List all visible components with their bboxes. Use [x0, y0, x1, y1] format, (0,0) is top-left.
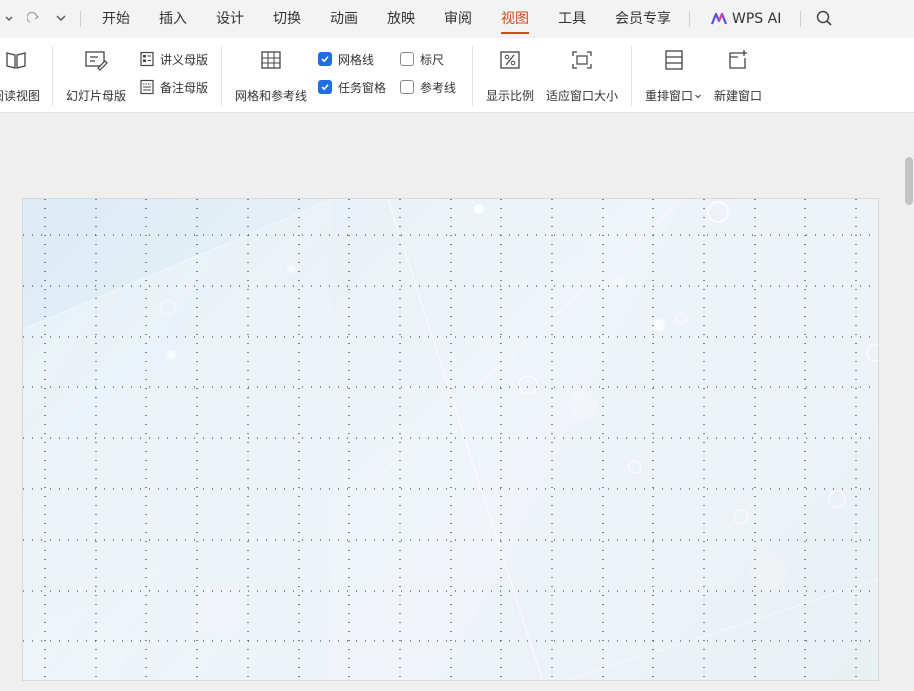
gridlines-checkbox-box[interactable] [318, 52, 332, 66]
group-separator [631, 46, 632, 106]
menu-bar: 开始 插入 设计 切换 动画 放映 审阅 视图 工具 会员专享 WPS AI [0, 0, 914, 38]
tab-view[interactable]: 视图 [501, 0, 529, 38]
customize-quick-access-icon[interactable] [55, 0, 67, 38]
tab-tools[interactable]: 工具 [558, 0, 586, 38]
handout-master-button[interactable]: 讲义母版 [139, 49, 208, 69]
zoom-label: 显示比例 [486, 89, 535, 103]
grid-icon [258, 48, 284, 72]
search-icon[interactable] [816, 0, 834, 38]
chevron-down-icon [695, 94, 701, 98]
wps-ai-button[interactable]: WPS AI [711, 0, 781, 38]
tab-animations[interactable]: 动画 [330, 0, 358, 38]
notes-master-icon [139, 79, 155, 95]
handout-master-icon [139, 51, 155, 67]
book-icon [3, 48, 29, 72]
guides-checkbox[interactable]: 参考线 [400, 77, 456, 97]
zoom-button[interactable]: 显示比例 [486, 48, 534, 104]
gridlines-label: 网格线 [338, 52, 375, 67]
chevron-down-icon[interactable] [4, 0, 14, 38]
menu-separator [689, 11, 690, 27]
tab-member[interactable]: 会员专享 [615, 0, 671, 38]
percent-icon [497, 48, 523, 72]
arrange-windows-button[interactable]: 重排窗口 [645, 48, 702, 104]
arrange-windows-label: 重排窗口 [645, 89, 694, 103]
tab-home[interactable]: 开始 [102, 0, 130, 38]
guides-checkbox-box[interactable] [400, 80, 414, 94]
ruler-checkbox-box[interactable] [400, 52, 414, 66]
grid-and-guides-button[interactable]: 网格和参考线 [235, 48, 307, 104]
scrollbar-thumb[interactable] [905, 157, 913, 205]
guides-label: 参考线 [420, 80, 457, 95]
tab-design[interactable]: 设计 [216, 0, 244, 38]
slide-master-button[interactable]: 幻灯片母版 [66, 48, 126, 104]
tab-slideshow[interactable]: 放映 [387, 0, 415, 38]
ruler-checkbox[interactable]: 标尺 [400, 49, 444, 69]
wps-ai-label: WPS AI [732, 11, 782, 27]
tab-view-label: 视图 [501, 11, 529, 27]
menu-separator [80, 11, 81, 27]
group-separator [221, 46, 222, 106]
new-window-button[interactable]: 新建窗口 [714, 48, 762, 104]
active-tab-indicator [501, 32, 529, 34]
task-pane-checkbox-box[interactable] [318, 80, 332, 94]
task-pane-checkbox[interactable]: 任务窗格 [318, 77, 386, 97]
notes-master-label: 备注母版 [160, 80, 209, 95]
redo-icon[interactable] [26, 0, 41, 38]
slide-master-label: 幻灯片母版 [66, 89, 127, 103]
fit-window-icon [569, 48, 595, 72]
tab-insert[interactable]: 插入 [159, 0, 187, 38]
gridlines-checkbox[interactable]: 网格线 [318, 49, 374, 69]
wps-ai-logo-icon [711, 12, 727, 25]
fit-window-button[interactable]: 适应窗口大小 [546, 48, 618, 104]
slide-master-icon [83, 48, 109, 72]
notes-master-button[interactable]: 备注母版 [139, 77, 208, 97]
tab-transitions[interactable]: 切换 [273, 0, 301, 38]
reading-view-button[interactable]: 阅读视图 [0, 48, 40, 104]
group-separator [472, 46, 473, 106]
grid-and-guides-label: 网格和参考线 [235, 89, 308, 103]
menu-separator [800, 11, 801, 27]
tab-review[interactable]: 审阅 [444, 0, 472, 38]
ribbon-toolbar: 阅读视图 幻灯片母版 讲义母版 备注母版 网格和参考线 网格线 [0, 38, 914, 113]
new-window-label: 新建窗口 [714, 89, 763, 103]
arrange-windows-icon [661, 48, 687, 72]
slide-canvas[interactable] [22, 198, 879, 681]
task-pane-label: 任务窗格 [338, 80, 387, 95]
ruler-label: 标尺 [420, 52, 445, 67]
arrange-windows-text: 重排窗口 [645, 87, 702, 104]
group-separator [52, 46, 53, 106]
reading-view-label: 阅读视图 [0, 89, 41, 103]
slide-background-graphic [23, 199, 878, 680]
fit-window-label: 适应窗口大小 [546, 89, 619, 103]
new-window-icon [725, 48, 751, 72]
handout-master-label: 讲义母版 [160, 52, 209, 67]
